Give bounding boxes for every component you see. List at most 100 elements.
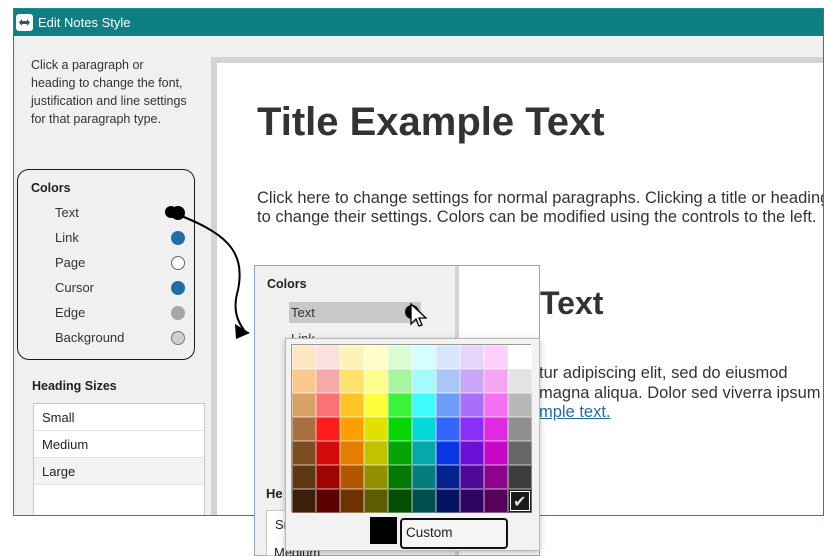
palette-color-cell[interactable] bbox=[316, 393, 340, 417]
palette-color-cell[interactable] bbox=[412, 369, 436, 393]
palette-color-cell[interactable] bbox=[484, 369, 508, 393]
palette-color-cell[interactable] bbox=[316, 369, 340, 393]
custom-color-button[interactable]: Custom bbox=[400, 518, 508, 549]
palette-color-cell[interactable] bbox=[364, 369, 388, 393]
palette-color-cell[interactable] bbox=[340, 489, 364, 513]
palette-color-cell[interactable] bbox=[292, 417, 316, 441]
palette-color-cell[interactable] bbox=[364, 489, 388, 513]
palette-color-cell[interactable] bbox=[340, 393, 364, 417]
palette-color-cell[interactable] bbox=[388, 417, 412, 441]
color-label: Edge bbox=[55, 305, 86, 320]
palette-color-cell[interactable] bbox=[412, 417, 436, 441]
palette-color-cell[interactable] bbox=[340, 345, 364, 369]
palette-color-cell[interactable] bbox=[292, 465, 316, 489]
intro-text: Click a paragraph or heading to change t… bbox=[31, 58, 187, 126]
palette-color-cell[interactable] bbox=[460, 489, 484, 513]
palette-color-cell[interactable] bbox=[388, 369, 412, 393]
palette-color-cell[interactable] bbox=[364, 393, 388, 417]
palette-color-cell[interactable] bbox=[436, 393, 460, 417]
palette-color-cell[interactable] bbox=[484, 489, 508, 513]
palette-color-cell[interactable] bbox=[340, 369, 364, 393]
colors-section: Colors Text Link Page Cursor Edge Backgr… bbox=[17, 169, 195, 360]
preview-lorem[interactable]: tur adipiscing elit, sed do eiusmod magn… bbox=[539, 363, 824, 403]
checkmark-icon: ✔ bbox=[513, 494, 527, 511]
lorem-line: magna aliqua. Dolor sed viverra ipsum bbox=[539, 384, 821, 402]
palette-color-cell[interactable] bbox=[292, 369, 316, 393]
color-swatch-background[interactable] bbox=[171, 331, 185, 345]
mouse-cursor-icon bbox=[410, 302, 428, 327]
palette-color-cell[interactable] bbox=[484, 345, 508, 369]
palette-color-cell[interactable] bbox=[436, 369, 460, 393]
color-row-background[interactable]: Background bbox=[55, 328, 185, 348]
palette-color-cell[interactable] bbox=[292, 345, 316, 369]
color-swatch-link[interactable] bbox=[171, 231, 185, 245]
palette-color-cell[interactable] bbox=[484, 465, 508, 489]
preview-link[interactable]: mple text. bbox=[539, 403, 611, 422]
color-row-text[interactable]: Text bbox=[55, 203, 185, 223]
palette-color-cell[interactable] bbox=[508, 417, 532, 441]
palette-color-cell[interactable] bbox=[292, 489, 316, 513]
palette-color-cell[interactable] bbox=[436, 489, 460, 513]
palette-color-cell[interactable] bbox=[436, 417, 460, 441]
inset-heading-fragment: He bbox=[266, 486, 283, 501]
palette-color-cell[interactable] bbox=[508, 369, 532, 393]
palette-color-cell[interactable] bbox=[292, 441, 316, 465]
palette-color-cell[interactable] bbox=[316, 465, 340, 489]
palette-color-cell[interactable] bbox=[460, 441, 484, 465]
size-item-small[interactable]: Small bbox=[34, 404, 204, 431]
color-row-cursor[interactable]: Cursor bbox=[55, 278, 185, 298]
palette-color-cell[interactable] bbox=[388, 393, 412, 417]
color-swatch-edge[interactable] bbox=[171, 306, 185, 320]
inset-color-row-text[interactable]: Text bbox=[289, 302, 421, 323]
palette-color-cell[interactable] bbox=[316, 345, 340, 369]
palette-color-cell[interactable] bbox=[508, 465, 532, 489]
color-row-page[interactable]: Page bbox=[55, 253, 185, 273]
palette-color-cell[interactable] bbox=[484, 441, 508, 465]
palette-color-cell[interactable] bbox=[364, 417, 388, 441]
palette-color-cell[interactable] bbox=[460, 369, 484, 393]
palette-color-cell[interactable] bbox=[460, 393, 484, 417]
palette-color-cell[interactable] bbox=[460, 345, 484, 369]
palette-color-cell[interactable] bbox=[436, 345, 460, 369]
color-row-link[interactable]: Link bbox=[55, 228, 185, 248]
palette-color-cell[interactable] bbox=[388, 345, 412, 369]
color-swatch-page[interactable] bbox=[171, 256, 185, 270]
palette-color-cell[interactable] bbox=[412, 465, 436, 489]
preview-title[interactable]: Title Example Text bbox=[257, 100, 605, 145]
size-item-large[interactable]: Large bbox=[34, 458, 204, 485]
palette-color-cell[interactable] bbox=[340, 441, 364, 465]
palette-color-cell[interactable] bbox=[316, 441, 340, 465]
palette-color-cell[interactable] bbox=[364, 345, 388, 369]
preview-paragraph[interactable]: Click here to change settings for normal… bbox=[257, 189, 823, 227]
palette-color-cell[interactable]: ✔ bbox=[508, 489, 532, 513]
palette-color-cell[interactable] bbox=[460, 465, 484, 489]
palette-color-cell[interactable] bbox=[484, 393, 508, 417]
palette-color-cell[interactable] bbox=[508, 441, 532, 465]
palette-color-cell[interactable] bbox=[508, 393, 532, 417]
palette-color-cell[interactable] bbox=[292, 393, 316, 417]
palette-color-cell[interactable] bbox=[436, 441, 460, 465]
lorem-line: tur adipiscing elit, sed do eiusmod bbox=[539, 364, 788, 382]
palette-color-cell[interactable] bbox=[412, 441, 436, 465]
palette-color-cell[interactable] bbox=[388, 489, 412, 513]
palette-color-cell[interactable] bbox=[388, 465, 412, 489]
palette-color-cell[interactable] bbox=[316, 489, 340, 513]
palette-color-cell[interactable] bbox=[340, 465, 364, 489]
preview-heading-fragment[interactable]: Text bbox=[540, 285, 603, 322]
palette-color-cell[interactable] bbox=[508, 345, 532, 369]
palette-color-cell[interactable] bbox=[460, 417, 484, 441]
palette-color-cell[interactable] bbox=[484, 417, 508, 441]
palette-color-cell[interactable] bbox=[412, 393, 436, 417]
size-item-medium[interactable]: Medium bbox=[34, 431, 204, 458]
palette-color-cell[interactable] bbox=[340, 417, 364, 441]
palette-color-cell[interactable] bbox=[364, 465, 388, 489]
palette-color-cell[interactable] bbox=[412, 345, 436, 369]
color-swatch-text[interactable] bbox=[171, 206, 185, 220]
palette-color-cell[interactable] bbox=[388, 441, 412, 465]
color-swatch-cursor[interactable] bbox=[171, 281, 185, 295]
palette-color-cell[interactable] bbox=[364, 441, 388, 465]
palette-color-cell[interactable] bbox=[412, 489, 436, 513]
palette-color-cell[interactable] bbox=[436, 465, 460, 489]
palette-color-cell[interactable] bbox=[316, 417, 340, 441]
color-row-edge[interactable]: Edge bbox=[55, 303, 185, 323]
